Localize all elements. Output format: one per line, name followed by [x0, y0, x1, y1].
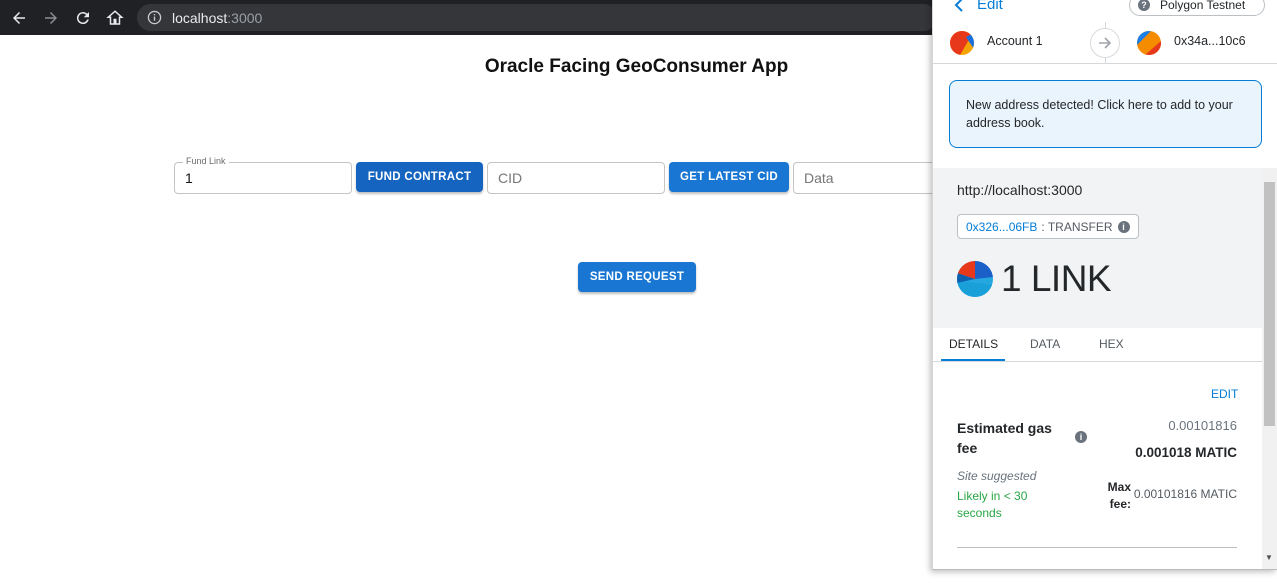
get-latest-cid-button[interactable]: GET LATEST CID: [669, 162, 789, 192]
site-info-icon[interactable]: [147, 10, 162, 25]
fund-contract-button[interactable]: FUND CONTRACT: [356, 162, 483, 192]
method-pill[interactable]: 0x326...06FB : TRANSFER i: [957, 214, 1139, 239]
network-pill[interactable]: ? Polygon Testnet: [1129, 0, 1265, 16]
network-icon: ?: [1138, 0, 1150, 11]
to-account-address: 0x34a...10c6: [1174, 34, 1246, 48]
contract-address[interactable]: 0x326...06FB: [966, 220, 1037, 234]
gas-info-icon[interactable]: i: [1075, 431, 1087, 443]
arrow-right-icon: [1090, 28, 1120, 58]
details-tabs: DETAILS DATA HEX: [933, 328, 1263, 362]
transaction-details-scroll: http://localhost:3000 0x326...06FB : TRA…: [933, 168, 1277, 569]
from-account-name: Account 1: [987, 34, 1043, 48]
info-icon[interactable]: i: [1117, 220, 1130, 233]
divider: [957, 547, 1237, 548]
max-fee-label: Max fee:: [1107, 480, 1131, 511]
tab-details[interactable]: DETAILS: [949, 337, 998, 351]
url-text: localhost:3000: [172, 10, 262, 26]
scroll-down-arrow-icon[interactable]: ▼: [1265, 553, 1273, 562]
edit-gas-link[interactable]: EDIT: [1211, 387, 1238, 401]
forward-arrow-icon[interactable]: [38, 5, 64, 31]
tab-hex[interactable]: HEX: [1099, 337, 1124, 351]
reload-icon[interactable]: [70, 5, 96, 31]
to-account-avatar: [1137, 31, 1161, 55]
wallet-popup: Edit ? Polygon Testnet Account 1 0x34a..…: [932, 0, 1277, 570]
new-address-alert[interactable]: New address detected! Click here to add …: [949, 80, 1262, 148]
gas-fee-secondary: 0.00101816: [1168, 418, 1237, 433]
account-transfer-row: Account 1 0x34a...10c6: [933, 22, 1277, 64]
token-identicon: [957, 261, 993, 297]
from-account-avatar: [950, 31, 974, 55]
fund-link-label: Fund Link: [183, 156, 229, 166]
site-suggested-text: Site suggested: [957, 469, 1037, 483]
send-request-button[interactable]: SEND REQUEST: [578, 262, 696, 292]
fund-link-value: 1: [185, 170, 193, 186]
back-arrow-icon[interactable]: [6, 5, 32, 31]
edit-back-button[interactable]: Edit: [953, 0, 1003, 13]
cid-input[interactable]: CID: [487, 162, 665, 194]
likely-time-text: Likely in < 30 seconds: [957, 489, 1028, 520]
fund-link-input[interactable]: Fund Link 1: [174, 156, 352, 194]
home-icon[interactable]: [102, 5, 128, 31]
transaction-summary: http://localhost:3000 0x326...06FB : TRA…: [933, 168, 1263, 328]
gas-fee-primary: 0.001018 MATIC: [1135, 445, 1237, 460]
url-host: localhost: [172, 9, 228, 26]
transfer-amount: 1 LINK: [1001, 258, 1112, 299]
url-port: :3000: [227, 9, 263, 26]
max-fee-value: 0.00101816 MATIC: [1133, 487, 1237, 501]
estimated-gas-fee-label: Estimated gas fee: [957, 420, 1052, 456]
cid-placeholder: CID: [498, 170, 523, 186]
method-name: : TRANSFER: [1041, 219, 1113, 234]
edit-back-label: Edit: [977, 0, 1003, 13]
network-name: Polygon Testnet: [1160, 0, 1246, 12]
scrollbar-thumb[interactable]: [1264, 182, 1275, 426]
address-bar[interactable]: localhost:3000: [137, 4, 937, 31]
active-tab-indicator: [941, 359, 1005, 361]
data-input[interactable]: Data: [793, 162, 938, 194]
chevron-left-icon: [954, 0, 963, 12]
origin-url: http://localhost:3000: [957, 182, 1083, 198]
scrollbar[interactable]: ▼: [1262, 168, 1277, 569]
data-placeholder: Data: [804, 170, 834, 186]
tab-data[interactable]: DATA: [1030, 337, 1060, 351]
